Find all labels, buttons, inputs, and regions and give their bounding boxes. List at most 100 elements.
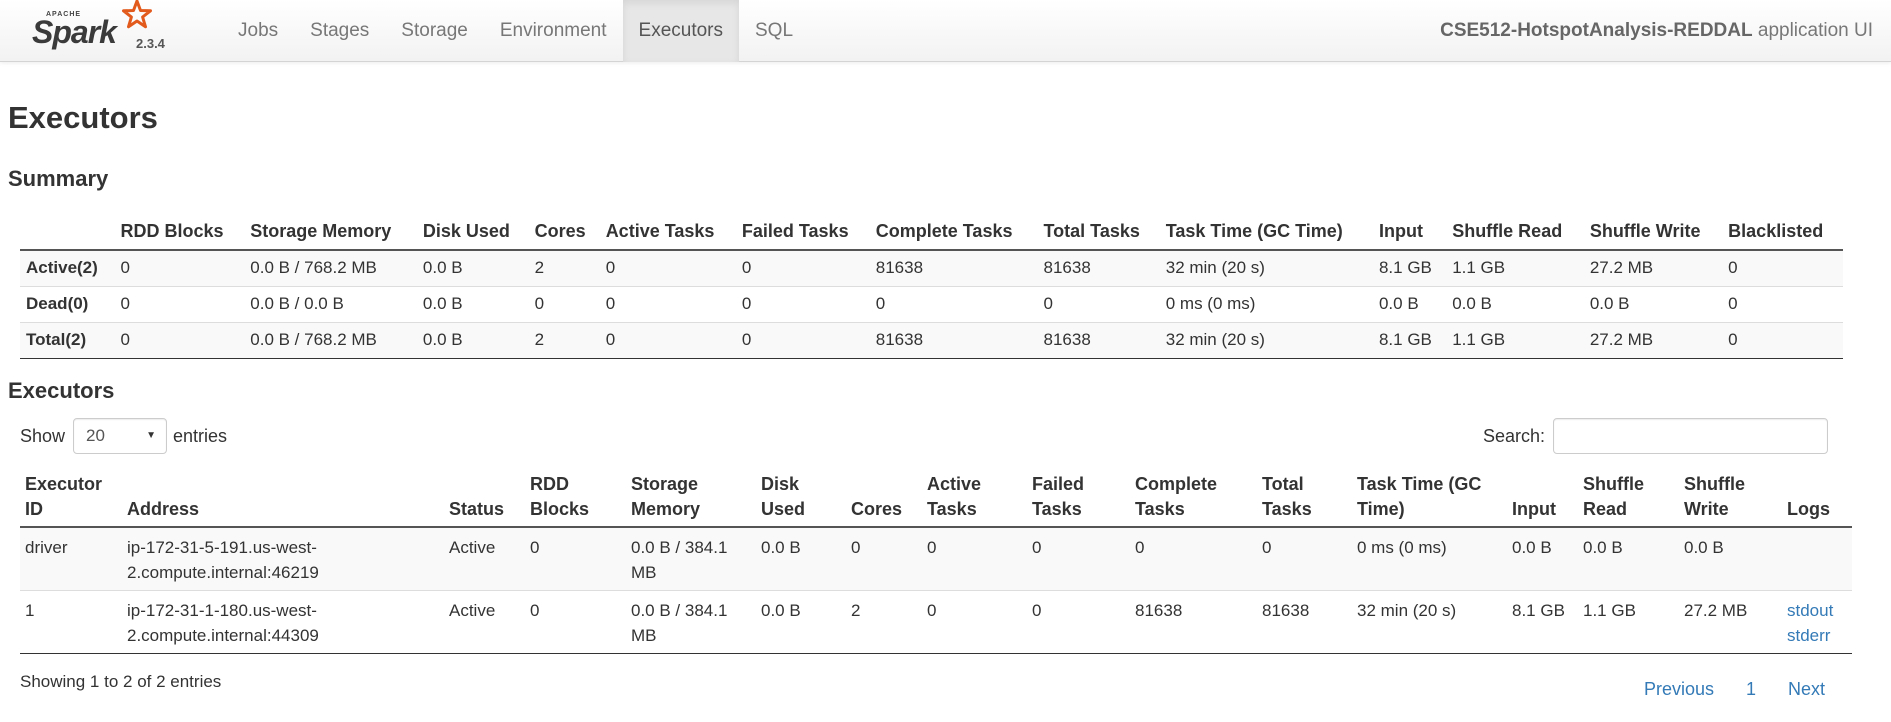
col-header-disk-used[interactable]: Disk Used (756, 466, 846, 528)
table-row: driver ip-172-31-5-191.us-west-2.compute… (20, 526, 1852, 591)
stdout-link[interactable]: stdout (1787, 598, 1847, 623)
previous-page-button[interactable]: Previous (1628, 675, 1730, 704)
page-size-value: 20 (86, 426, 105, 445)
tab-storage[interactable]: Storage (385, 0, 484, 62)
summary-cell: 1.1 GB (1446, 321, 1584, 359)
table-cell: 0.0 B (1578, 526, 1679, 591)
page-1-button[interactable]: 1 (1730, 675, 1772, 704)
col-header-shuffle-write[interactable]: Shuffle Write (1679, 466, 1782, 528)
entries-label: entries (173, 425, 228, 446)
page-size-select[interactable]: 20 ▼ (73, 418, 168, 454)
spark-version: 2.3.4 (136, 36, 165, 51)
table-cell: 0 (1027, 590, 1130, 654)
col-header-executor-id[interactable]: Executor ID (20, 466, 122, 528)
summary-cell: 32 min (20 s) (1159, 249, 1373, 286)
app-name: CSE512-HotspotAnalysis-REDDAL (1440, 20, 1753, 41)
table-cell: 0 (1130, 526, 1257, 591)
table-cell: 0 (525, 590, 626, 654)
summary-header-storage-memory: Storage Memory (244, 214, 417, 251)
col-header-storage-memory[interactable]: Storage Memory (626, 466, 756, 528)
summary-header-input: Input (1372, 214, 1447, 251)
table-cell: 1.1 GB (1578, 590, 1679, 654)
summary-cell: 0 (1722, 321, 1843, 359)
nav-tabs: Jobs Stages Storage Environment Executor… (222, 0, 809, 62)
summary-cell: 0 (599, 321, 736, 359)
summary-header-disk-used: Disk Used (416, 214, 529, 251)
tab-sql[interactable]: SQL (739, 0, 809, 62)
summary-cell: 0 (1722, 249, 1843, 286)
summary-title: Summary (8, 166, 109, 191)
col-header-cores[interactable]: Cores (846, 466, 922, 528)
spark-logo[interactable]: APACHE Spark 2.3.4 (30, 0, 180, 62)
summary-cell: 8.1 GB (1372, 321, 1447, 359)
summary-header-rdd-blocks: RDD Blocks (114, 214, 245, 251)
summary-header-shuffle-write: Shuffle Write (1583, 214, 1723, 251)
summary-cell: 27.2 MB (1583, 249, 1723, 286)
summary-cell: 0 (599, 285, 736, 322)
table-cell: 0.0 B / 384.1 MB (626, 526, 756, 591)
col-header-failed-tasks[interactable]: Failed Tasks (1027, 466, 1130, 528)
summary-header-row: RDD Blocks Storage Memory Disk Used Core… (20, 214, 1843, 251)
address-cell: ip-172-31-1-180.us-west-2.compute.intern… (122, 590, 444, 654)
tab-stages[interactable]: Stages (294, 0, 385, 62)
tab-environment[interactable]: Environment (484, 0, 623, 62)
col-header-status[interactable]: Status (444, 466, 525, 528)
logo-spark-text: Spark (32, 14, 117, 50)
summary-cell: 0 (1722, 285, 1843, 322)
col-header-input[interactable]: Input (1507, 466, 1578, 528)
tab-executors[interactable]: Executors (622, 0, 739, 62)
search-input[interactable] (1553, 418, 1828, 454)
summary-cell: 81638 (869, 249, 1038, 286)
summary-cell: 0 (528, 285, 600, 322)
table-cell: 0 (922, 590, 1027, 654)
summary-cell: 1.1 GB (1446, 249, 1584, 286)
summary-cell: 0.0 B / 768.2 MB (244, 249, 417, 286)
summary-cell: 81638 (1037, 321, 1160, 359)
summary-row-active: Active(2) 0 0.0 B / 768.2 MB 0.0 B 2 0 0… (20, 249, 1843, 286)
summary-cell: 0.0 B (1583, 285, 1723, 322)
summary-table: RDD Blocks Storage Memory Disk Used Core… (20, 214, 1843, 359)
chevron-down-icon: ▼ (146, 430, 157, 441)
table-cell: 2 (846, 590, 922, 654)
summary-cell: 0 (1037, 285, 1160, 322)
col-header-address[interactable]: Address (122, 466, 444, 528)
executors-header-row: Executor ID Address Status RDD Blocks St… (20, 466, 1852, 528)
summary-cell: 0 (735, 249, 870, 286)
col-header-logs[interactable]: Logs (1782, 466, 1852, 528)
col-header-task-time[interactable]: Task Time (GC Time) (1352, 466, 1507, 528)
summary-cell: 81638 (1037, 249, 1160, 286)
next-page-button[interactable]: Next (1772, 675, 1841, 704)
summary-cell: 0 (114, 321, 245, 359)
summary-cell: 81638 (869, 321, 1038, 359)
summary-row-total: Total(2) 0 0.0 B / 768.2 MB 0.0 B 2 0 0 … (20, 321, 1843, 359)
summary-cell: 0 (114, 285, 245, 322)
summary-cell: 0.0 B (1372, 285, 1447, 322)
col-header-active-tasks[interactable]: Active Tasks (922, 466, 1027, 528)
summary-cell: 8.1 GB (1372, 249, 1447, 286)
app-title-suffix: application UI (1757, 20, 1873, 41)
table-cell: 0 (846, 526, 922, 591)
col-header-rdd-blocks[interactable]: RDD Blocks (525, 466, 626, 528)
table-cell: 0 (1257, 526, 1352, 591)
summary-header-blacklisted: Blacklisted (1722, 214, 1843, 251)
summary-cell: 0 (869, 285, 1038, 322)
executor-id-cell: driver (20, 526, 122, 591)
summary-cell: 32 min (20 s) (1159, 321, 1373, 359)
col-header-complete-tasks[interactable]: Complete Tasks (1130, 466, 1257, 528)
page-title: Executors (8, 100, 158, 135)
stderr-link[interactable]: stderr (1787, 623, 1847, 648)
col-header-total-tasks[interactable]: Total Tasks (1257, 466, 1352, 528)
summary-cell: 0 (735, 285, 870, 322)
summary-header-task-time: Task Time (GC Time) (1159, 214, 1373, 251)
executor-id-cell: 1 (20, 590, 122, 654)
summary-header-failed-tasks: Failed Tasks (735, 214, 870, 251)
table-cell: 0 ms (0 ms) (1352, 526, 1507, 591)
table-cell: 81638 (1130, 590, 1257, 654)
summary-cell: 0 (735, 321, 870, 359)
executors-table: Executor ID Address Status RDD Blocks St… (20, 466, 1852, 654)
summary-cell: 2 (528, 321, 600, 359)
col-header-shuffle-read[interactable]: Shuffle Read (1578, 466, 1679, 528)
summary-header-shuffle-read: Shuffle Read (1446, 214, 1584, 251)
table-cell: 32 min (20 s) (1352, 590, 1507, 654)
tab-jobs[interactable]: Jobs (222, 0, 294, 62)
